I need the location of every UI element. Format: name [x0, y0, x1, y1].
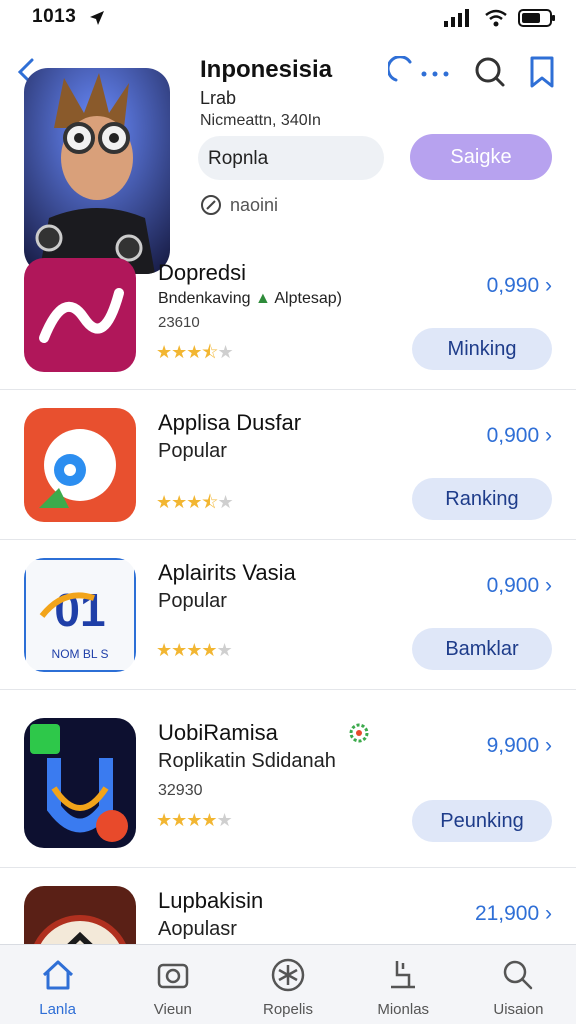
- hero-title: Inponesisia: [200, 56, 333, 83]
- asterisk-icon: [271, 958, 305, 992]
- search-icon[interactable]: [474, 56, 506, 88]
- app-title: UobiRamisa: [158, 720, 278, 745]
- app-subtitle: Bndenkaving ▲ Alptesap): [158, 290, 342, 307]
- app-price[interactable]: 9,900 ›: [487, 734, 552, 758]
- bookmark-icon[interactable]: [528, 56, 556, 88]
- home-icon: [42, 960, 73, 990]
- signal-icon: [444, 9, 469, 27]
- status-bar: 1013: [0, 0, 576, 36]
- tab-label: Ropelis: [262, 1001, 314, 1018]
- app-price[interactable]: 0,900 ›: [487, 424, 552, 448]
- hero-info: Nicmeattn, 340In: [200, 112, 321, 129]
- app-header: Inponesisia Lrab Nicmeattn, 340In Ropnla…: [0, 44, 576, 274]
- header-tools: [388, 56, 556, 88]
- tools-icon: [391, 961, 416, 989]
- badge-icon: [349, 723, 369, 743]
- tab-mionlas[interactable]: Mionlas: [346, 945, 461, 1024]
- app-count: 32930: [158, 782, 203, 799]
- app-title: Aplairits Vasia: [158, 560, 296, 585]
- tab-label: Mionlas: [377, 1001, 430, 1018]
- tab-label: Lanla: [39, 1001, 76, 1018]
- svg-text:NOM BL S: NOM BL S: [52, 647, 109, 661]
- app-rank-button[interactable]: Bamklar: [412, 628, 552, 670]
- app-rank-button[interactable]: Ranking: [412, 478, 552, 520]
- tab-label: Uisaion: [493, 1001, 544, 1018]
- tab-ropelis[interactable]: Ropelis: [230, 945, 345, 1024]
- search-icon: [504, 960, 533, 990]
- app-price[interactable]: 21,900 ›: [475, 902, 552, 926]
- svg-text:01: 01: [54, 584, 105, 636]
- app-title: Dopredsi: [158, 260, 247, 285]
- app-subtitle: Popular: [158, 440, 227, 462]
- hero-meta-label: naoini: [230, 194, 279, 215]
- clock-icon: [201, 195, 221, 215]
- loading-icon: [388, 56, 449, 82]
- tab-search[interactable]: Uisaion: [461, 945, 576, 1024]
- tab-bar: Lanla Vieun Ropelis Mionlas Uisaion: [0, 944, 576, 1024]
- app-icon: [24, 408, 136, 522]
- tab-view[interactable]: Vieun: [115, 945, 230, 1024]
- list-item[interactable]: 01 NOM BL S Aplairits Vasia Popular ★★★★…: [0, 540, 576, 690]
- rating-stars: ★★★★★: [156, 640, 233, 660]
- list-item[interactable]: Applisa Dusfar Popular ★★★⯪★ 0,900 › Ran…: [0, 390, 576, 540]
- status-time: 1013: [32, 6, 77, 27]
- list-item[interactable]: Dopredsi Bndenkaving ▲ Alptesap) 23610 ★…: [0, 240, 576, 390]
- hero-subtitle: Lrab: [200, 88, 237, 108]
- app-title: Applisa Dusfar: [158, 410, 302, 435]
- app-price[interactable]: 0,900 ›: [487, 574, 552, 598]
- location-icon: [90, 11, 104, 25]
- app-price[interactable]: 0,990 ›: [487, 274, 552, 298]
- app-count: 23610: [158, 314, 200, 331]
- list-item[interactable]: UobiRamisa Roplikatin Sdidanah 32930 ★★★…: [0, 700, 576, 868]
- app-title: Lupbakisin: [158, 888, 264, 913]
- hero-field[interactable]: Ropnla: [198, 136, 384, 180]
- tab-home[interactable]: Lanla: [0, 945, 115, 1024]
- app-rank-button[interactable]: Minking: [412, 328, 552, 370]
- battery-icon: [518, 9, 555, 27]
- tab-label: Vieun: [153, 1001, 192, 1018]
- app-subtitle: Roplikatin Sdidanah: [158, 750, 336, 772]
- app-rank-button[interactable]: Peunking: [412, 800, 552, 842]
- app-subtitle: Popular: [158, 590, 227, 612]
- app-icon: [24, 718, 136, 848]
- wifi-icon: [485, 9, 507, 27]
- list-item[interactable]: Lupbakisin Aopulasr 21,900 ›: [0, 868, 576, 966]
- rating-stars: ★★★⯪★: [156, 492, 234, 512]
- status-icons: [444, 8, 556, 28]
- rating-stars: ★★★★★: [156, 810, 233, 830]
- hero-meta: naoini: [200, 194, 278, 216]
- app-subtitle: Aopulasr: [158, 918, 237, 940]
- app-icon: [24, 258, 136, 372]
- rating-stars: ★★★⯪★: [156, 342, 234, 362]
- app-icon: 01 NOM BL S: [24, 558, 136, 672]
- hero-action-button[interactable]: Saigke: [410, 134, 552, 180]
- camera-icon: [157, 963, 189, 989]
